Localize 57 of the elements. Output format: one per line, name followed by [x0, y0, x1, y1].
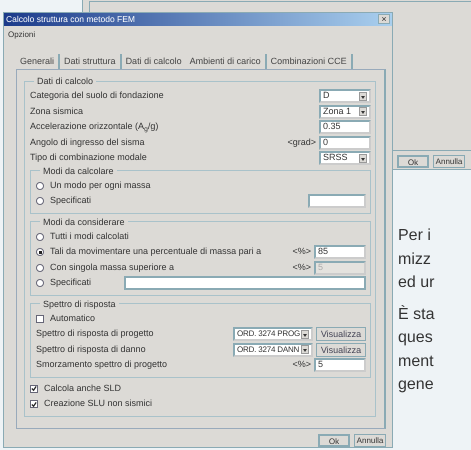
- unit-label: <%>: [292, 358, 311, 372]
- unit-label: <%>: [292, 245, 311, 258]
- article-paragraph: È sta ques ment gene: [398, 304, 434, 395]
- checkbox-option[interactable]: Calcola anche SLD: [30, 382, 371, 396]
- radio-option[interactable]: Tali da movimentare una percentuale di massa pari a: [36, 245, 290, 259]
- tab[interactable]: Generali: [16, 54, 60, 70]
- group-title: Dati di calcolo: [36, 76, 94, 86]
- radio-option[interactable]: Specificati: [36, 194, 305, 208]
- radio-button[interactable]: [36, 232, 44, 240]
- input-field[interactable]: [124, 276, 366, 290]
- checkbox-option[interactable]: Creazione SLU non sismici: [30, 397, 371, 411]
- tab[interactable]: Ambienti di carico: [186, 54, 267, 70]
- dropdown[interactable]: Zona 1: [319, 104, 371, 118]
- radio-button[interactable]: [36, 197, 44, 205]
- field-label: Tipo di combinazione modale: [30, 151, 148, 164]
- menu-item[interactable]: Opzioni: [8, 28, 36, 41]
- ok-button[interactable]: Ok: [318, 434, 350, 447]
- group-title: Spettro di risposta: [42, 298, 117, 309]
- radio-button[interactable]: [36, 248, 44, 256]
- tab[interactable]: Combinazioni CCE: [266, 54, 353, 70]
- cancel-button[interactable]: Annulla: [354, 434, 386, 447]
- dropdown[interactable]: ORD. 3274 PROG: [233, 327, 313, 341]
- field-label: Accelerazione orizzontale (A$_{g}$/g): [30, 120, 160, 134]
- input-field[interactable]: 0: [319, 136, 371, 150]
- unit-label: <grad>: [287, 136, 316, 149]
- input-field[interactable]: 5: [314, 358, 366, 372]
- radio-option[interactable]: Un modo per ogni massa: [36, 178, 366, 192]
- field-label: Categoria del suolo di fondazione: [30, 89, 165, 102]
- field-label: Spettro di risposta di danno: [36, 342, 147, 356]
- view-button[interactable]: Visualizza: [316, 327, 366, 341]
- checkbox-option[interactable]: Automatico: [36, 312, 366, 326]
- radio-option[interactable]: Specificati: [36, 276, 92, 290]
- input-field[interactable]: 85: [314, 245, 366, 259]
- field-label: Spettro di risposta di progetto: [36, 327, 155, 340]
- window-title: Calcolo struttura con metodo FEM: [6, 13, 135, 26]
- checkbox[interactable]: [30, 400, 38, 408]
- unit-label: <%>: [292, 260, 311, 274]
- checkbox[interactable]: [36, 314, 44, 322]
- article-paragraph: Per i mizz ed ur: [398, 226, 434, 293]
- field-label: Zona sismica: [30, 104, 84, 118]
- radio-button[interactable]: [36, 182, 44, 190]
- radio-option[interactable]: Tutti i modi calcolati: [36, 230, 366, 244]
- group-title: Modi da considerare: [42, 216, 126, 227]
- checkbox[interactable]: [30, 384, 38, 392]
- dropdown[interactable]: ORD. 3274 DANN: [233, 342, 313, 356]
- radio-button[interactable]: [36, 279, 44, 287]
- field-label: Smorzamento spettro di progetto: [36, 358, 168, 372]
- input-field[interactable]: [308, 194, 366, 208]
- cancel-button[interactable]: Annulla: [433, 155, 465, 168]
- input-field[interactable]: 0.35: [319, 120, 371, 134]
- dropdown[interactable]: SRSS: [319, 151, 371, 165]
- group-title: Modi da calcolare: [42, 166, 115, 176]
- view-button[interactable]: Visualizza: [316, 342, 366, 356]
- close-button[interactable]: ×: [378, 14, 390, 24]
- dropdown[interactable]: D: [319, 89, 371, 103]
- ok-button[interactable]: Ok: [397, 155, 429, 168]
- field-label: Angolo di ingresso del sisma: [30, 136, 146, 149]
